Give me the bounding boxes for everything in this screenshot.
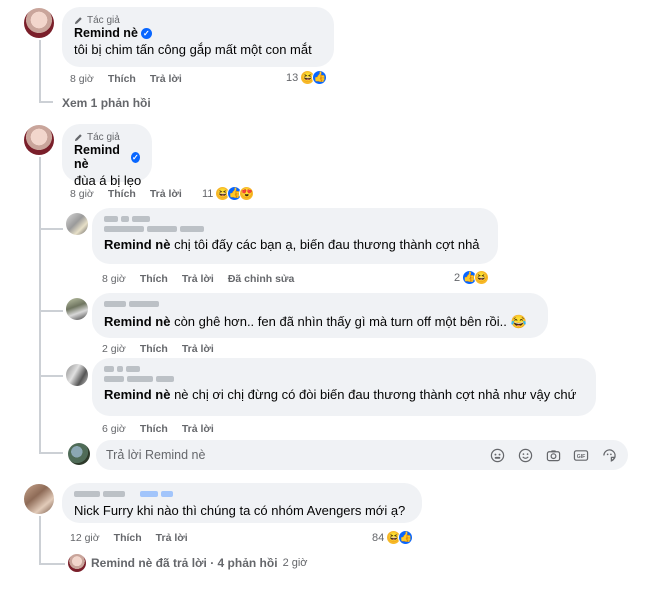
comment-actions-3: 12 giờ Thích Trả lời: [70, 532, 188, 544]
comment-author-name[interactable]: Remind nè ✓: [74, 143, 140, 171]
verified-badge-icon: ✓: [140, 27, 152, 39]
blurred-user-name[interactable]: [104, 301, 536, 307]
comment-text: đùa á bị lẹo: [74, 173, 142, 188]
reply-bubble-1: Remind nè chị tôi đấy các bạn ạ, biến đa…: [92, 208, 498, 264]
sticker-icon[interactable]: [600, 446, 618, 464]
mention-link[interactable]: Remind nè: [104, 237, 170, 252]
avatar-sticker-icon[interactable]: [488, 446, 506, 464]
reaction-summary-4[interactable]: 84 😆 👍: [372, 530, 414, 545]
reply-button[interactable]: Trả lời: [182, 423, 214, 435]
thread-branch: [39, 310, 63, 312]
reaction-count: 84: [372, 531, 385, 544]
verified-badge-icon: ✓: [130, 151, 140, 163]
reply-time[interactable]: 8 giờ: [102, 273, 126, 285]
replied-summary[interactable]: Remind nè đã trả lời · 4 phản hồi 2 giờ: [68, 554, 308, 572]
comment-actions-1: 8 giờ Thích Trả lời: [70, 73, 182, 85]
camera-icon[interactable]: [544, 446, 562, 464]
reply-button[interactable]: Trả lời: [156, 532, 188, 544]
user-avatar[interactable]: [66, 364, 88, 386]
reply-actions-3: 6 giờ Thích Trả lời: [102, 423, 214, 435]
reaction-summary-3[interactable]: 2 👍 😆: [454, 270, 490, 285]
comment-bubble-2: Tác giả Remind nè ✓ đùa á bị lẹo: [62, 124, 152, 188]
comment-text: tôi bị chim tấn công gắp mất một con mắt: [74, 42, 312, 57]
thread-line: [39, 516, 41, 564]
blurred-user-subtitle: [104, 226, 486, 232]
thread-curve: [39, 101, 53, 103]
blurred-user-name[interactable]: [104, 216, 486, 222]
comment-time[interactable]: 8 giờ: [70, 188, 94, 200]
user-avatar[interactable]: [66, 213, 88, 235]
like-button[interactable]: Thích: [140, 423, 168, 435]
comment-text: Nick Furry khi nào thì chúng ta có nhóm …: [74, 503, 406, 518]
like-button[interactable]: Thích: [114, 532, 142, 544]
like-reaction-icon: 👍: [398, 530, 414, 545]
reaction-count: 2: [454, 271, 461, 284]
thread-branch: [39, 452, 63, 454]
like-reaction-icon: 👍: [312, 70, 328, 85]
reply-composer[interactable]: GIF: [96, 440, 628, 470]
pencil-icon: [74, 17, 82, 25]
author-avatar: [68, 554, 86, 572]
thread-line: [39, 40, 41, 102]
comment-time[interactable]: 12 giờ: [70, 532, 100, 544]
comment-time[interactable]: 8 giờ: [70, 73, 94, 85]
replied-summary-text[interactable]: Remind nè đã trả lời · 4 phản hồi: [91, 556, 278, 570]
like-button[interactable]: Thích: [108, 73, 136, 85]
comment-author-name[interactable]: Remind nè ✓: [74, 26, 322, 40]
emoji-icon[interactable]: [516, 446, 534, 464]
author-name-link[interactable]: Remind nè: [74, 143, 128, 171]
reply-input[interactable]: [106, 448, 478, 462]
user-avatar[interactable]: [24, 484, 54, 514]
pencil-icon: [74, 134, 82, 142]
blurred-user-name[interactable]: [104, 366, 584, 372]
reaction-summary-1[interactable]: 13 😆 👍: [286, 70, 328, 85]
mention-link[interactable]: Remind nè: [104, 387, 170, 402]
reaction-count: 11: [202, 187, 214, 200]
reply-bubble-2: Remind nè còn ghê hơn.. fen đã nhìn thấy…: [92, 293, 548, 338]
reply-button[interactable]: Trả lời: [182, 273, 214, 285]
reply-button[interactable]: Trả lời: [150, 73, 182, 85]
comment-bubble-1: Tác giả Remind nè ✓ tôi bị chim tấn công…: [62, 7, 334, 67]
thread-branch: [39, 228, 63, 230]
reply-button[interactable]: Trả lời: [150, 188, 182, 200]
author-avatar[interactable]: [24, 8, 54, 38]
author-badge: Tác giả: [74, 15, 322, 26]
haha-reaction-icon: 😆: [474, 270, 490, 285]
reply-time[interactable]: 6 giờ: [102, 423, 126, 435]
comment-bubble-3: Nick Furry khi nào thì chúng ta có nhóm …: [62, 483, 422, 523]
like-button[interactable]: Thích: [140, 273, 168, 285]
comment-actions-2: 8 giờ Thích Trả lời: [70, 188, 182, 200]
author-avatar[interactable]: [24, 125, 54, 155]
reply-text: Remind nè nè chị ơi chị đừng có đòi biến…: [104, 387, 577, 402]
user-avatar[interactable]: [66, 298, 88, 320]
blurred-user-subtitle: [104, 376, 584, 382]
gif-icon[interactable]: GIF: [572, 446, 590, 464]
reaction-count: 13: [286, 71, 299, 84]
reply-text: Remind nè còn ghê hơn.. fen đã nhìn thấy…: [104, 314, 527, 329]
svg-text:GIF: GIF: [577, 453, 586, 459]
reply-bubble-3: Remind nè nè chị ơi chị đừng có đòi biến…: [92, 358, 596, 416]
view-replies-link[interactable]: Xem 1 phản hồi: [62, 96, 151, 110]
like-button[interactable]: Thích: [140, 343, 168, 355]
reaction-summary-2[interactable]: 11 😆 👍 😍: [202, 186, 255, 201]
author-badge: Tác giả: [74, 132, 140, 143]
like-button[interactable]: Thích: [108, 188, 136, 200]
reply-time[interactable]: 2 giờ: [102, 343, 126, 355]
blurred-user-name[interactable]: [74, 491, 410, 497]
thread-line: [39, 157, 41, 453]
love-reaction-icon: 😍: [239, 186, 255, 201]
reply-text: Remind nè chị tôi đấy các bạn ạ, biến đa…: [104, 237, 480, 252]
reply-button[interactable]: Trả lời: [182, 343, 214, 355]
reply-actions-2: 2 giờ Thích Trả lời: [102, 343, 214, 355]
thread-curve: [39, 563, 65, 565]
mention-link[interactable]: Remind nè: [104, 314, 170, 329]
current-user-avatar[interactable]: [68, 443, 90, 465]
reply-actions-1: 8 giờ Thích Trả lời Đã chỉnh sửa: [102, 273, 294, 285]
edited-label[interactable]: Đã chỉnh sửa: [228, 273, 295, 285]
author-name-link[interactable]: Remind nè: [74, 26, 138, 40]
thread-branch: [39, 375, 63, 377]
replied-time: 2 giờ: [282, 557, 308, 569]
